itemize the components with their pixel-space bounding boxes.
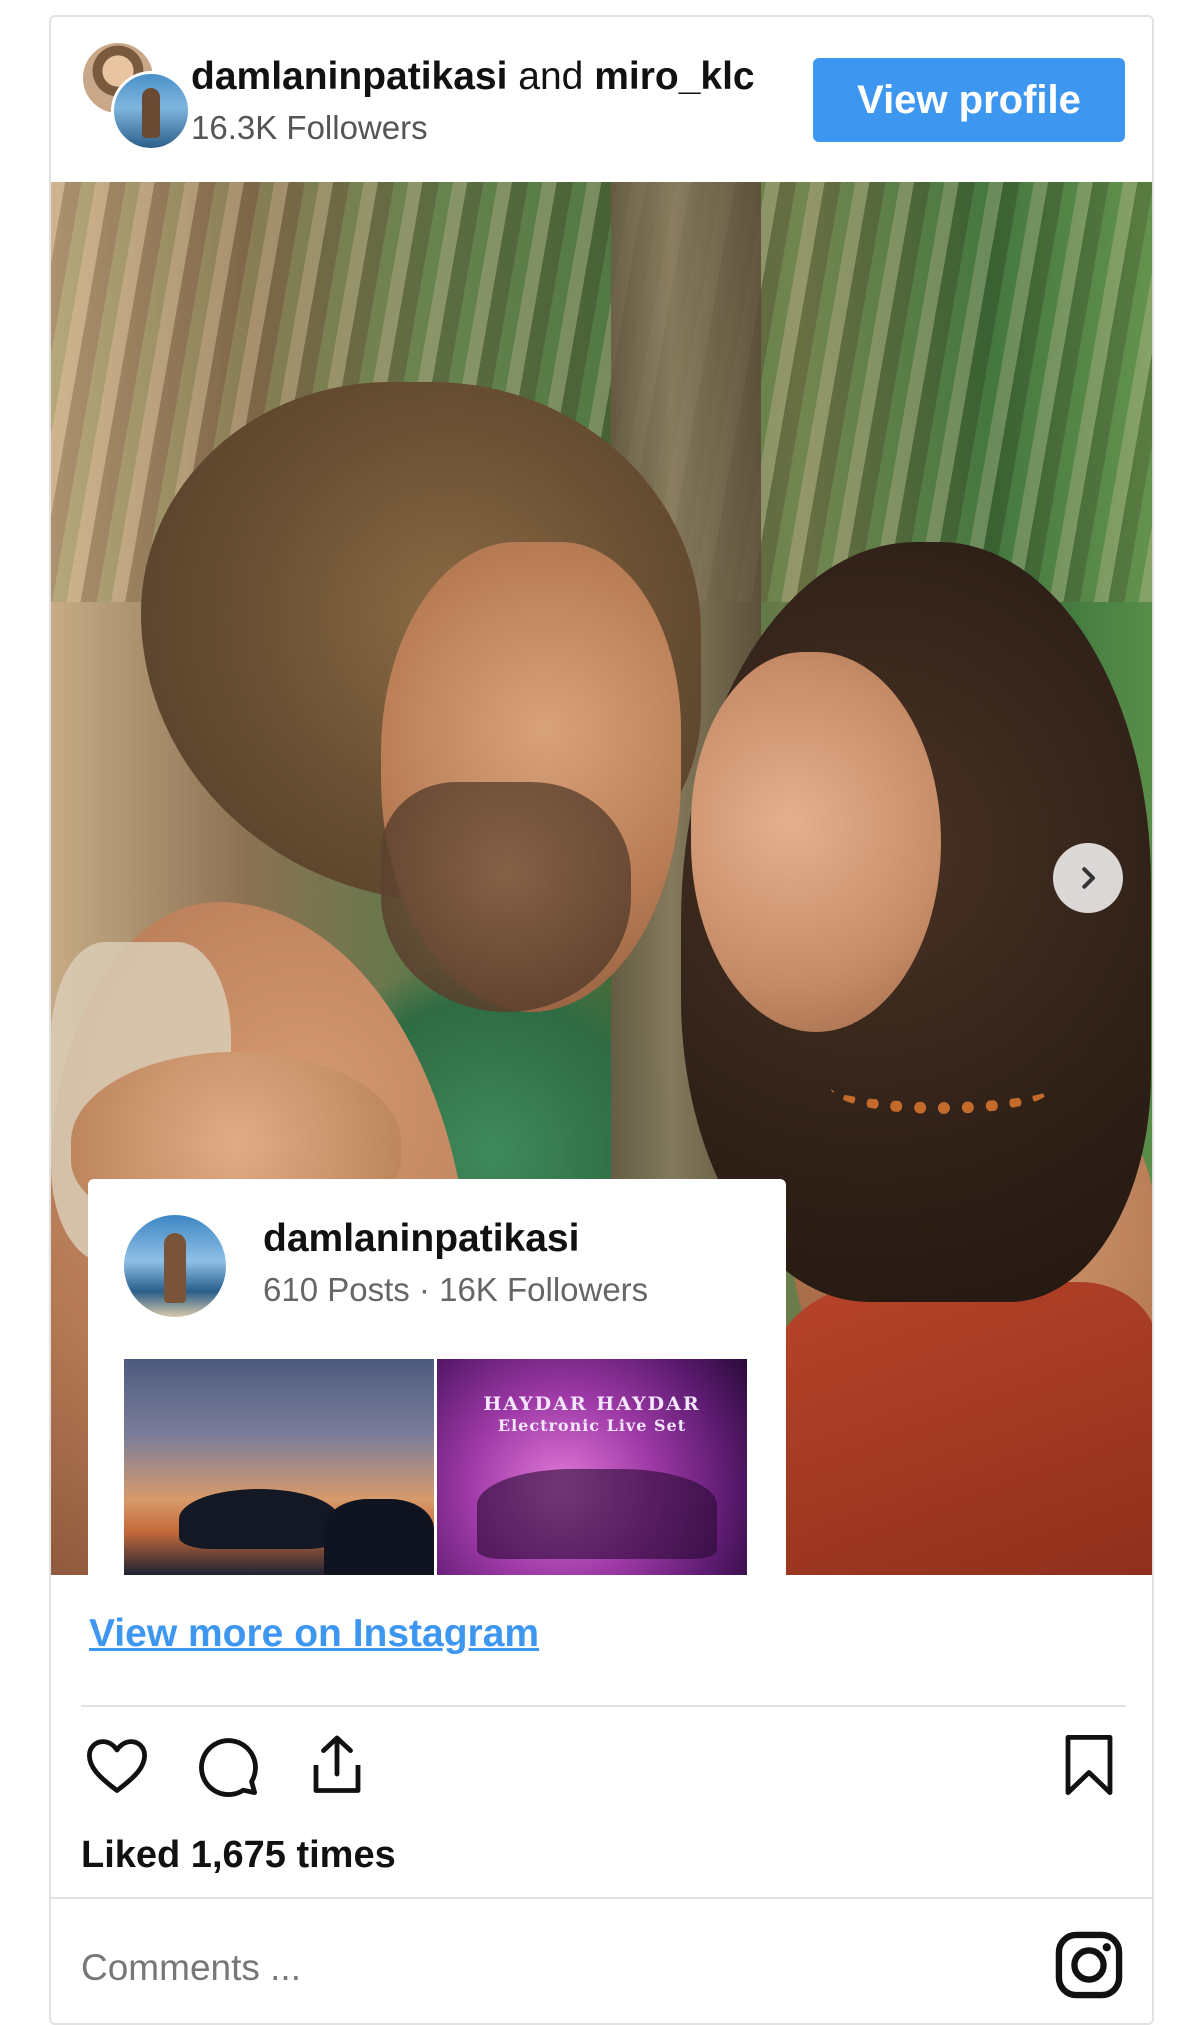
instagram-icon	[1055, 1931, 1123, 1999]
like-button[interactable]	[79, 1727, 155, 1803]
comment-button[interactable]	[189, 1727, 265, 1803]
post-photo[interactable]: damlaninpatikasi 610 Posts · 16K Followe…	[51, 182, 1152, 1575]
photo-woman-face	[691, 652, 941, 1032]
thumb-subtitle: Electronic Live Set	[497, 1416, 687, 1435]
username-1[interactable]: damlaninpatikasi	[191, 55, 507, 98]
like-count: Liked 1,675 times	[81, 1834, 396, 1876]
preview-thumbnail-2[interactable]: HAYDAR HAYDAR Electronic Live Set	[437, 1359, 747, 1575]
divider	[51, 1897, 1152, 1899]
photo-necklace	[831, 1062, 1051, 1114]
embed-header: damlaninpatikasi and miro_klc 16.3K Foll…	[51, 17, 1152, 180]
instagram-logo-button[interactable]	[1051, 1927, 1127, 2003]
instagram-embed-card: damlaninpatikasi and miro_klc 16.3K Foll…	[49, 15, 1154, 2025]
share-button[interactable]	[299, 1727, 375, 1803]
thumb-title: HAYDAR HAYDAR	[483, 1393, 701, 1415]
username-2[interactable]: miro_klc	[594, 55, 754, 98]
profile-preview-card[interactable]: damlaninpatikasi 610 Posts · 16K Followe…	[88, 1179, 786, 1575]
thumb-dancer-silhouette	[179, 1489, 339, 1549]
view-profile-button[interactable]: View profile	[813, 58, 1125, 142]
avatar-primary[interactable]	[111, 71, 191, 151]
preview-avatar[interactable]	[124, 1215, 226, 1317]
preview-stats: 610 Posts · 16K Followers	[263, 1271, 649, 1308]
chevron-right-icon	[1082, 867, 1095, 889]
collab-title: damlaninpatikasi and miro_klc	[191, 53, 846, 101]
bookmark-icon	[1065, 1735, 1113, 1795]
bookmark-button[interactable]	[1051, 1727, 1127, 1803]
preview-thumbnail-1[interactable]	[124, 1359, 434, 1575]
photo-man-beard	[381, 782, 631, 1012]
share-icon	[313, 1735, 361, 1793]
follower-count: 16.3K Followers	[191, 109, 428, 146]
thumb-performers	[477, 1469, 717, 1559]
photo-woman-dress	[771, 1282, 1152, 1575]
comments-field[interactable]: Comments ...	[81, 1947, 301, 1989]
title-joiner: and	[518, 55, 584, 98]
view-more-link[interactable]: View more on Instagram	[89, 1612, 539, 1656]
divider	[81, 1705, 1126, 1707]
next-image-button[interactable]	[1053, 843, 1123, 913]
thumb-trees-silhouette	[324, 1499, 434, 1575]
comment-icon	[199, 1738, 258, 1797]
heart-icon	[87, 1739, 147, 1793]
preview-username[interactable]: damlaninpatikasi	[263, 1217, 579, 1261]
